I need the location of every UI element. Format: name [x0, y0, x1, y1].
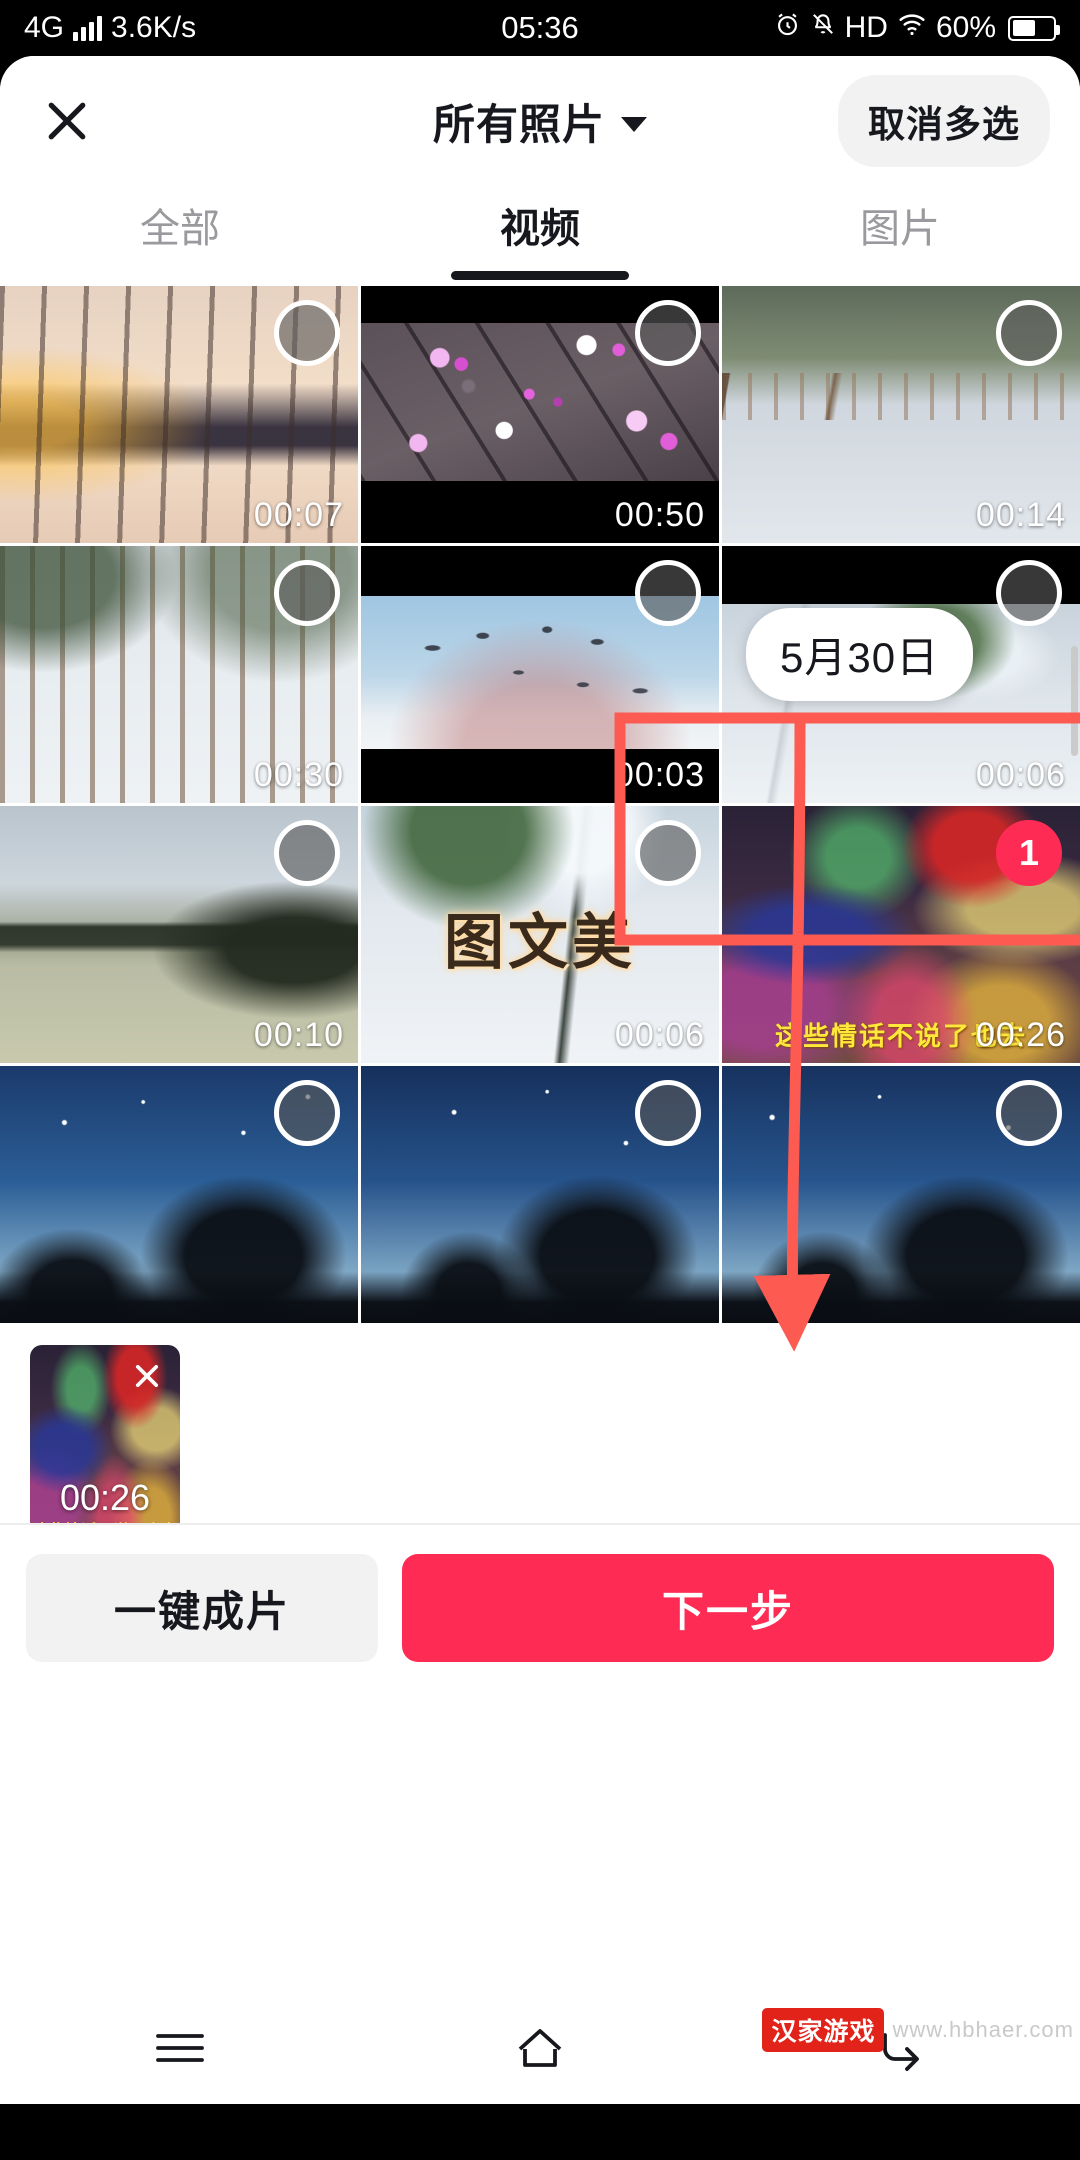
media-cell[interactable]: 00:10	[0, 806, 358, 1063]
media-cell[interactable]: 00:03	[361, 546, 719, 803]
tab-all-label: 全部	[140, 207, 220, 251]
duration-label: 00:03	[614, 756, 705, 794]
duration-label: 00:06	[975, 756, 1066, 794]
media-cell[interactable]	[361, 1066, 719, 1323]
select-checkbox-selected[interactable]: 1	[996, 820, 1062, 886]
tab-underline	[451, 271, 629, 280]
auto-compose-button[interactable]: 一键成片	[26, 1554, 378, 1662]
select-checkbox[interactable]	[635, 560, 701, 626]
media-type-tabs: 全部 视频 图片	[0, 186, 1080, 286]
selected-duration-label: 00:26	[59, 1477, 151, 1518]
watermark: 汉家游戏 www.hbhaer.com	[762, 2008, 1074, 2052]
media-cell[interactable]	[722, 1066, 1080, 1323]
status-bar: 4G 3.6K/s 05:36 HD 60%	[0, 0, 1080, 56]
app-header: 所有照片 取消多选	[0, 56, 1080, 186]
media-cell[interactable]: 00:50	[361, 286, 719, 543]
tab-image-label: 图片	[860, 207, 940, 251]
page-title: 所有照片	[432, 100, 605, 148]
select-checkbox[interactable]	[274, 1080, 340, 1146]
selected-media-tray: 00:26 这些情话不说了也去	[0, 1323, 1080, 1545]
action-bar: 一键成片 下一步	[0, 1523, 1080, 1691]
select-checkbox[interactable]	[635, 820, 701, 886]
close-icon[interactable]	[30, 84, 104, 158]
chevron-down-icon	[621, 116, 647, 132]
tab-all[interactable]: 全部	[0, 186, 360, 286]
select-checkbox[interactable]	[274, 560, 340, 626]
status-clock: 05:36	[501, 10, 579, 45]
duration-label: 00:30	[253, 756, 344, 794]
thumbnail-detail	[722, 373, 1080, 420]
tab-video[interactable]: 视频	[360, 186, 720, 286]
select-checkbox[interactable]	[635, 1080, 701, 1146]
media-cell[interactable]: 这些情话不说了也去 1 00:26	[722, 806, 1080, 1063]
watermark-badge: 汉家游戏	[762, 2008, 885, 2052]
media-cell[interactable]: 00:07	[0, 286, 358, 543]
media-cell[interactable]	[0, 1066, 358, 1323]
date-tooltip: 5月30日	[746, 608, 974, 701]
phone-screen: 4G 3.6K/s 05:36 HD 60% 所有照片 取消多选 全部 视频 图…	[0, 0, 1080, 2160]
app-container: 所有照片 取消多选 全部 视频 图片 00:07 00:50 00:14 00:…	[0, 56, 1080, 2104]
scrollbar-thumb[interactable]	[1071, 646, 1078, 756]
remove-selected-icon[interactable]	[124, 1353, 170, 1399]
tab-video-label: 视频	[500, 207, 580, 251]
duration-label: 00:14	[975, 496, 1066, 534]
cancel-multiselect-button[interactable]: 取消多选	[838, 75, 1050, 167]
video-caption-overlay: 图文美	[444, 909, 636, 976]
media-cell[interactable]: 00:14	[722, 286, 1080, 543]
select-checkbox[interactable]	[274, 820, 340, 886]
duration-label: 00:50	[614, 496, 705, 534]
duration-label: 00:07	[253, 496, 344, 534]
select-checkbox[interactable]	[996, 1080, 1062, 1146]
tab-image[interactable]: 图片	[720, 186, 1080, 286]
home-icon[interactable]	[460, 1992, 620, 2104]
select-checkbox[interactable]	[635, 300, 701, 366]
media-cell[interactable]: 图文美 00:06	[361, 806, 719, 1063]
duration-label: 00:06	[614, 1016, 705, 1054]
watermark-url: www.hbhaer.com	[892, 2017, 1074, 2042]
media-cell[interactable]: 00:30	[0, 546, 358, 803]
menu-icon[interactable]	[100, 1992, 260, 2104]
selected-media-thumb[interactable]: 00:26 这些情话不说了也去	[30, 1345, 180, 1545]
select-checkbox[interactable]	[274, 300, 340, 366]
duration-label: 00:10	[253, 1016, 344, 1054]
battery-icon	[1008, 15, 1060, 41]
media-grid: 00:07 00:50 00:14 00:30 00:03 00:06 00:1…	[0, 286, 1080, 1323]
select-checkbox[interactable]	[996, 560, 1062, 626]
next-step-button[interactable]: 下一步	[402, 1554, 1054, 1662]
select-checkbox[interactable]	[996, 300, 1062, 366]
duration-label: 00:26	[975, 1016, 1066, 1054]
